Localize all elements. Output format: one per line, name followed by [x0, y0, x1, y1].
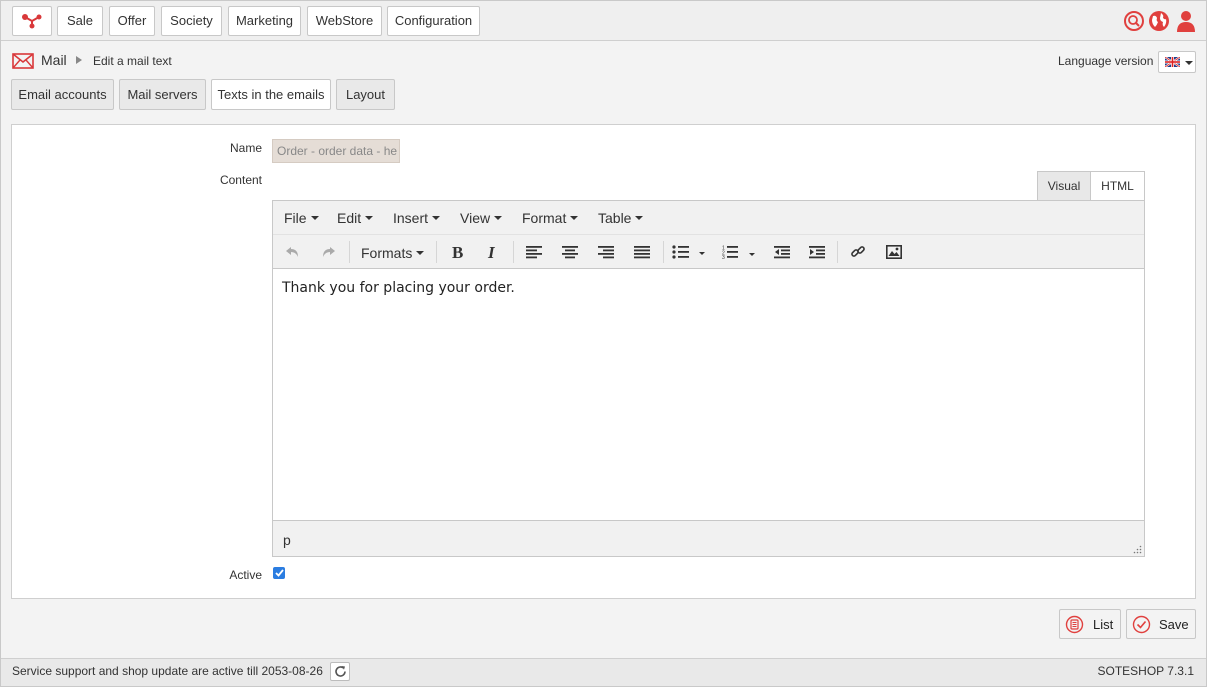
save-button-label: Save — [1159, 617, 1189, 632]
logo-icon — [22, 14, 42, 29]
indent-icon[interactable] — [805, 239, 829, 265]
numbered-list-icon[interactable]: 123 — [720, 239, 760, 265]
toolbar-separator — [663, 241, 664, 263]
toolbar-separator — [349, 241, 350, 263]
svg-text:B: B — [452, 244, 463, 260]
active-label: Active — [229, 568, 262, 582]
image-icon[interactable] — [882, 239, 906, 265]
rich-text-editor: File Edit Insert View Format Table Forma… — [272, 200, 1145, 557]
menu-table-label: Table — [598, 210, 632, 226]
tab-visual[interactable]: Visual — [1037, 171, 1091, 201]
align-justify-icon[interactable] — [630, 239, 654, 265]
editor-statusbar: p — [273, 520, 1144, 556]
breadcrumb-current: Edit a mail text — [93, 54, 172, 68]
refresh-icon — [334, 666, 346, 677]
align-left-icon[interactable] — [522, 239, 546, 265]
bullet-list-icon[interactable] — [670, 239, 710, 265]
support-status-text: Service support and shop update are acti… — [12, 664, 323, 678]
list-button[interactable]: List — [1059, 609, 1121, 639]
nav-society[interactable]: Society — [161, 6, 222, 36]
app-version: SOTESHOP 7.3.1 — [1097, 664, 1195, 678]
save-button[interactable]: Save — [1126, 609, 1196, 639]
name-label: Name — [229, 141, 262, 155]
caret-down-icon — [310, 216, 319, 220]
menu-format[interactable]: Format — [522, 210, 579, 226]
menu-file[interactable]: File — [284, 210, 319, 226]
caret-down-icon — [635, 216, 644, 220]
svg-text:3: 3 — [722, 255, 725, 259]
svg-text:I: I — [487, 244, 496, 260]
tab-texts-in-emails[interactable]: Texts in the emails — [211, 79, 331, 110]
tab-layout[interactable]: Layout — [336, 79, 395, 110]
italic-icon[interactable]: I — [481, 239, 505, 265]
align-center-icon[interactable] — [558, 239, 582, 265]
globe-icon[interactable] — [1148, 10, 1170, 32]
active-checkbox[interactable] — [273, 567, 285, 579]
caret-down-icon — [494, 216, 503, 220]
nav-configuration[interactable]: Configuration — [387, 6, 480, 36]
bold-icon[interactable]: B — [445, 239, 469, 265]
nav-sale[interactable]: Sale — [57, 6, 103, 36]
list-button-label: List — [1093, 617, 1114, 632]
menu-file-label: File — [284, 210, 307, 226]
menu-edit[interactable]: Edit — [337, 210, 374, 226]
menu-insert-label: Insert — [393, 210, 429, 226]
breadcrumb-mail[interactable]: Mail — [41, 52, 67, 68]
caret-down-icon — [432, 216, 441, 220]
element-path[interactable]: p — [283, 532, 291, 548]
search-icon[interactable] — [1123, 10, 1145, 32]
tab-email-accounts[interactable]: Email accounts — [11, 79, 114, 110]
uk-flag-icon — [1165, 57, 1180, 67]
menu-table[interactable]: Table — [598, 210, 644, 226]
list-icon — [1065, 615, 1084, 634]
formats-label: Formats — [361, 245, 413, 261]
align-right-icon[interactable] — [594, 239, 618, 265]
tab-html[interactable]: HTML — [1090, 171, 1145, 201]
resize-handle-icon[interactable] — [1133, 545, 1142, 554]
mail-icon — [12, 53, 34, 69]
caret-down-icon — [570, 216, 579, 220]
user-icon[interactable] — [1175, 10, 1197, 32]
formats-dropdown[interactable]: Formats — [361, 245, 425, 261]
nav-webstore[interactable]: WebStore — [307, 6, 382, 36]
language-select[interactable] — [1158, 51, 1196, 73]
menu-view-label: View — [460, 210, 491, 226]
nav-marketing[interactable]: Marketing — [228, 6, 301, 36]
toolbar-separator — [436, 241, 437, 263]
name-field[interactable]: Order - order data - he — [272, 139, 400, 163]
editor-menubar: File Edit Insert View Format Table — [273, 201, 1144, 235]
language-version-label: Language version — [1058, 54, 1154, 68]
content-label: Content — [219, 173, 262, 187]
menu-view[interactable]: View — [460, 210, 503, 226]
top-bar: Sale Offer Society Marketing WebStore Co… — [1, 1, 1206, 41]
editor-toolbar: Formats B I 123 — [273, 235, 1144, 269]
menu-edit-label: Edit — [337, 210, 362, 226]
editor-content-text: Thank you for placing your order. — [282, 280, 515, 296]
menu-format-label: Format — [522, 210, 567, 226]
home-logo-button[interactable] — [12, 6, 52, 36]
breadcrumb-arrow-icon — [76, 56, 82, 64]
outdent-icon[interactable] — [770, 239, 794, 265]
refresh-button[interactable] — [330, 662, 350, 681]
footer-bar: Service support and shop update are acti… — [1, 658, 1206, 686]
checkmark-circle-icon — [1132, 615, 1151, 634]
toolbar-separator — [513, 241, 514, 263]
editor-content-area[interactable]: Thank you for placing your order. — [273, 270, 1144, 520]
nav-offer[interactable]: Offer — [109, 6, 155, 36]
menu-insert[interactable]: Insert — [393, 210, 441, 226]
caret-down-icon — [416, 251, 425, 255]
tab-mail-servers[interactable]: Mail servers — [119, 79, 206, 110]
check-icon — [274, 569, 284, 577]
undo-icon[interactable] — [281, 239, 305, 265]
toolbar-separator — [837, 241, 838, 263]
redo-icon[interactable] — [316, 239, 340, 265]
link-icon[interactable] — [846, 239, 870, 265]
caret-down-icon — [365, 216, 374, 220]
chevron-down-icon — [1185, 61, 1193, 65]
